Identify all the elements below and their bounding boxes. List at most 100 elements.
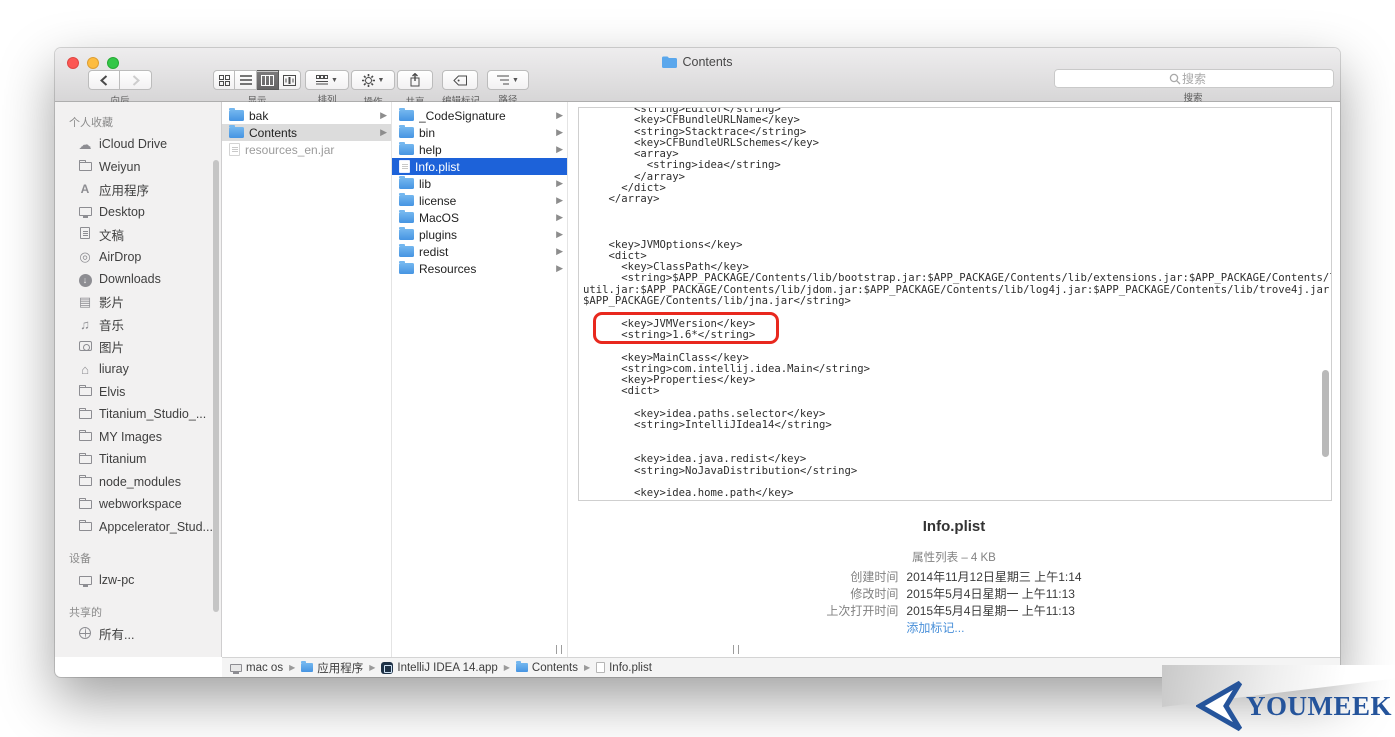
chevron-right-icon: ▶: [556, 127, 563, 138]
file-row-bak[interactable]: bak▶: [222, 107, 391, 124]
plist-line: <key>CFBundleURLName</key>: [583, 115, 1327, 126]
sidebar-item-item[interactable]: 所有...: [55, 623, 221, 646]
sidebar-item-icloud-drive[interactable]: ☁iCloud Drive: [55, 133, 221, 156]
file-row-resources[interactable]: Resources ▶: [392, 260, 567, 277]
file-row-help[interactable]: help▶: [392, 141, 567, 158]
file-row-bin[interactable]: bin ▶: [392, 124, 567, 141]
file-row-info-plist[interactable]: Info.plist: [392, 158, 567, 175]
search-icon: [1169, 73, 1181, 85]
folder-icon: [75, 160, 95, 173]
list-view-button[interactable]: [235, 70, 257, 90]
sidebar-item-webworkspace[interactable]: webworkspace: [55, 493, 221, 516]
folder-icon: [399, 178, 414, 189]
sidebar-item-label: liuray: [99, 362, 129, 376]
file-row-lib[interactable]: lib▶: [392, 175, 567, 192]
file-row-label: bin: [419, 126, 552, 140]
path-item-label: Contents: [532, 662, 578, 674]
share-button[interactable]: [397, 70, 433, 90]
documents-icon: [75, 227, 95, 241]
plist-line: </dict>: [583, 183, 1327, 194]
add-tags-link[interactable]: 添加标记...: [906, 621, 964, 635]
desktop-icon: [75, 205, 95, 218]
chevron-down-icon: ▼: [378, 77, 385, 84]
file-info-row: 创建时间2014年11月12日星期三 上午1:14: [826, 569, 1081, 586]
plist-line: [583, 228, 1327, 239]
sidebar-item-label: AirDrop: [99, 250, 141, 264]
file-row-resources-en-jar[interactable]: resources_en.jar: [222, 141, 391, 158]
file-row-codesignature[interactable]: _CodeSignature▶: [392, 107, 567, 124]
chevron-right-icon: ▶: [556, 144, 563, 155]
sidebar-item-titanium-studio[interactable]: Titanium_Studio_...: [55, 403, 221, 426]
coverflow-view-button[interactable]: [279, 70, 301, 90]
plist-line: <key>idea.java.redist</key>: [583, 454, 1327, 465]
column-resize-handle[interactable]: [733, 645, 739, 654]
preview-pane: <string>Editor</string> <key>CFBundleURL…: [568, 102, 1340, 657]
folder-icon: [662, 56, 677, 71]
sidebar-item-item[interactable]: A应用程序: [55, 178, 221, 201]
column-view-button[interactable]: [257, 70, 279, 90]
sidebar-item-item[interactable]: ♫音乐: [55, 313, 221, 336]
file-info-label: 创建时间: [826, 569, 906, 586]
file-column-2: _CodeSignature▶bin▶help▶Info.plistlib▶li…: [392, 102, 568, 657]
icon-view-button[interactable]: [213, 70, 235, 90]
path-item-info-plist[interactable]: Info.plist: [596, 662, 652, 674]
chevron-down-icon: ▼: [331, 77, 338, 84]
path-item-item[interactable]: 应用程序: [301, 660, 363, 676]
chevron-right-icon: ▶: [556, 263, 563, 274]
path-item-intellij-idea-14-app[interactable]: IntelliJ IDEA 14.app: [381, 662, 497, 674]
file-row-contents[interactable]: Contents▶: [222, 124, 391, 141]
sidebar-item-label: Appcelerator_Stud...: [99, 520, 213, 534]
file-row-plugins[interactable]: plugins▶: [392, 226, 567, 243]
folder-icon: [229, 127, 244, 138]
sidebar-item-liuray[interactable]: ⌂liuray: [55, 358, 221, 381]
preview-scrollbar[interactable]: [1322, 370, 1329, 457]
file-icon: [229, 143, 240, 156]
sidebar-section: 个人收藏☁iCloud DriveWeiyunA应用程序Desktop文稿◎Ai…: [55, 108, 221, 538]
path-button[interactable]: ▼: [487, 70, 529, 90]
sidebar-item-node-modules[interactable]: node_modules: [55, 471, 221, 494]
sidebar-item-desktop[interactable]: Desktop: [55, 201, 221, 224]
file-row-macos[interactable]: MacOS▶: [392, 209, 567, 226]
file-row-license[interactable]: license▶: [392, 192, 567, 209]
sidebar-item-downloads[interactable]: ↓Downloads: [55, 268, 221, 291]
movies-icon: ▤: [75, 295, 95, 308]
sidebar-item-label: Downloads: [99, 272, 161, 286]
file-row-redist[interactable]: redist▶: [392, 243, 567, 260]
sidebar-item-my-images[interactable]: MY Images: [55, 426, 221, 449]
sidebar-item-lzw-pc[interactable]: lzw-pc: [55, 569, 221, 592]
plist-line: [583, 432, 1327, 443]
chevron-right-icon: ▶: [504, 663, 510, 672]
file-row-label: plugins: [419, 228, 552, 242]
search-field[interactable]: [1054, 69, 1334, 88]
file-row-label: Resources: [419, 262, 552, 276]
folder-icon: [399, 195, 414, 206]
sidebar-item-item[interactable]: 文稿: [55, 223, 221, 246]
path-item-label: 应用程序: [317, 660, 363, 676]
sidebar-item-airdrop[interactable]: ◎AirDrop: [55, 246, 221, 269]
sidebar-item-elvis[interactable]: Elvis: [55, 381, 221, 404]
arrange-button[interactable]: ▼: [305, 70, 349, 90]
file-icon: [596, 662, 605, 673]
back-button[interactable]: [88, 70, 120, 90]
sidebar-item-item[interactable]: 图片: [55, 336, 221, 359]
file-row-label: resources_en.jar: [245, 143, 387, 157]
plist-line: [583, 217, 1327, 228]
sidebar-item-titanium[interactable]: Titanium: [55, 448, 221, 471]
plist-line: </array>: [583, 172, 1327, 183]
folder-icon: [301, 663, 313, 672]
path-item-contents[interactable]: Contents: [516, 662, 578, 674]
file-info-value: 2014年11月12日星期三 上午1:14: [906, 569, 1081, 586]
sidebar-item-appcelerator-stud[interactable]: Appcelerator_Stud...: [55, 516, 221, 539]
sidebar-item-weiyun[interactable]: Weiyun: [55, 156, 221, 179]
search-input[interactable]: [1055, 72, 1333, 86]
action-button[interactable]: ▼: [351, 70, 395, 90]
folder-icon: [399, 229, 414, 240]
sidebar-scrollbar[interactable]: [213, 160, 219, 612]
sidebar-item-item[interactable]: ▤影片: [55, 291, 221, 314]
forward-button[interactable]: [120, 70, 152, 90]
column-resize-handle[interactable]: [556, 645, 562, 654]
edit-tags-button[interactable]: [442, 70, 478, 90]
sidebar: 个人收藏☁iCloud DriveWeiyunA应用程序Desktop文稿◎Ai…: [55, 102, 222, 657]
globe-icon: [75, 627, 95, 641]
path-item-mac-os[interactable]: mac os: [230, 662, 283, 674]
